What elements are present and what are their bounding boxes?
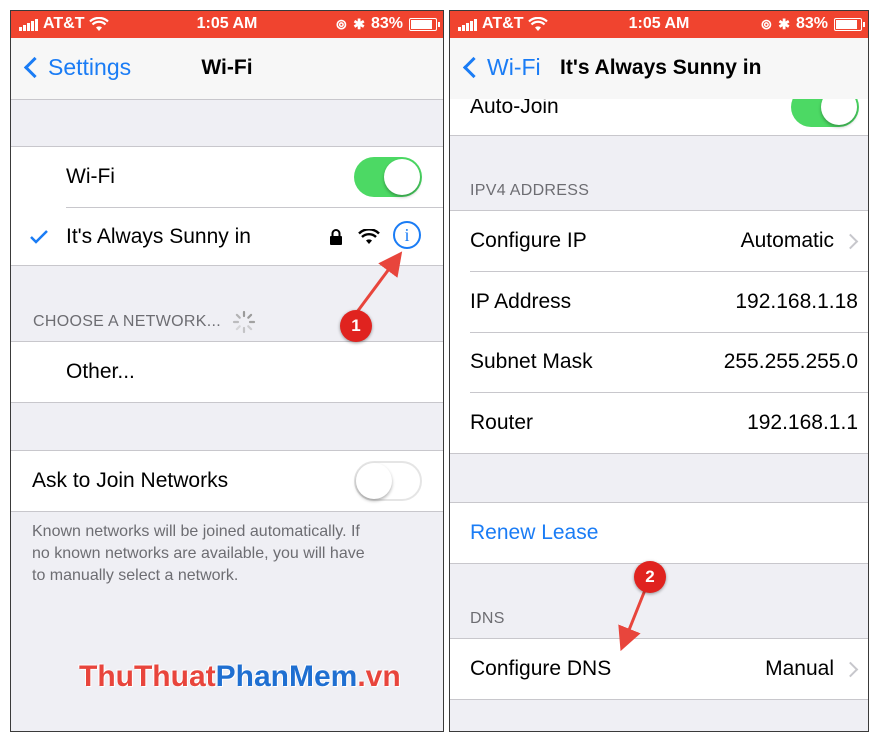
- configure-dns-row[interactable]: Configure DNS Manual: [450, 639, 868, 699]
- back-to-wifi-button[interactable]: Wi-Fi: [460, 54, 541, 81]
- ask-join-footer: Known networks will be joined automatica…: [32, 523, 365, 584]
- connected-network-row[interactable]: It's Always Sunny in i: [11, 207, 443, 267]
- other-network-group: Other...: [11, 341, 443, 403]
- other-label: Other...: [66, 360, 135, 383]
- loading-spinner-icon: [232, 310, 255, 334]
- wifi-toggle-row: Wi-Fi: [11, 147, 443, 207]
- battery-percent: 83%: [370, 15, 403, 32]
- step-badge-2: 2: [634, 561, 666, 593]
- ask-to-join-row: Ask to Join Networks: [11, 451, 443, 511]
- ipv4-header: IPV4 ADDRESS: [470, 182, 590, 199]
- router-row: Router 192.168.1.1: [470, 411, 858, 434]
- ask-join-group: Ask to Join Networks: [11, 450, 443, 512]
- lock-icon: [330, 229, 342, 245]
- network-name: It's Always Sunny in: [66, 225, 251, 248]
- page-title: It's Always Sunny in: [560, 56, 762, 79]
- info-button[interactable]: i: [393, 221, 421, 249]
- ask-join-label: Ask to Join Networks: [32, 469, 229, 492]
- wifi-label: Wi-Fi: [66, 165, 115, 188]
- auto-join-label: Auto-Join: [470, 99, 559, 118]
- page-title: Wi-Fi: [201, 56, 253, 79]
- watermark: ThuThuatPhanMem.vn: [79, 660, 401, 693]
- navigation-bar: Wi-Fi It's Always Sunny in: [450, 38, 868, 100]
- choose-network-header: CHOOSE A NETWORK...: [33, 310, 256, 334]
- ipv4-group: Configure IP Automatic IP Address 192.16…: [450, 210, 868, 454]
- wifi-signal-icon: [358, 229, 380, 244]
- info-icon: i: [404, 225, 410, 245]
- ip-address-row: IP Address 192.168.1.18: [470, 290, 858, 313]
- subnet-mask-row: Subnet Mask 255.255.255.0: [470, 350, 858, 373]
- bluetooth-icon: ✱: [353, 15, 365, 32]
- step-badge-1: 1: [340, 310, 372, 342]
- rotation-lock-icon: ⊚: [335, 15, 348, 32]
- renew-lease-group: Renew Lease: [450, 502, 868, 564]
- status-bar: AT&T 1:05 AM ⊚ ✱ 83%: [11, 11, 443, 38]
- wifi-settings-screen: AT&T 1:05 AM ⊚ ✱ 83% Settings Wi-Fi Wi-F…: [10, 10, 444, 732]
- chevron-right-icon: [842, 233, 859, 250]
- rotation-lock-icon: ⊚: [760, 15, 773, 32]
- wifi-group: Wi-Fi It's Always Sunny in i: [11, 146, 443, 266]
- chevron-right-icon: [842, 661, 859, 678]
- auto-join-group: Auto-Join: [450, 99, 868, 136]
- navigation-bar: Settings Wi-Fi: [11, 38, 443, 100]
- back-label: Wi-Fi: [487, 54, 541, 80]
- checkmark-icon: [30, 230, 48, 244]
- auto-join-toggle[interactable]: [791, 99, 859, 127]
- bluetooth-icon: ✱: [778, 15, 790, 32]
- other-network-row[interactable]: Other...: [11, 342, 443, 402]
- dns-group: Configure DNS Manual: [450, 638, 868, 700]
- dns-header: DNS: [470, 610, 505, 627]
- battery-percent: 83%: [795, 15, 828, 32]
- renew-lease-button[interactable]: Renew Lease: [450, 503, 868, 563]
- battery-icon: [409, 17, 440, 31]
- status-bar: AT&T 1:05 AM ⊚ ✱ 83%: [450, 11, 868, 38]
- configure-ip-row[interactable]: Configure IP Automatic: [450, 211, 868, 271]
- chevron-left-icon: [462, 56, 485, 79]
- network-detail-screen: AT&T 1:05 AM ⊚ ✱ 83% Wi-Fi It's Always S…: [449, 10, 869, 732]
- wifi-toggle[interactable]: [354, 157, 422, 197]
- battery-icon: [834, 17, 865, 31]
- auto-join-row: Auto-Join: [450, 99, 868, 135]
- ask-to-join-toggle[interactable]: [354, 461, 422, 501]
